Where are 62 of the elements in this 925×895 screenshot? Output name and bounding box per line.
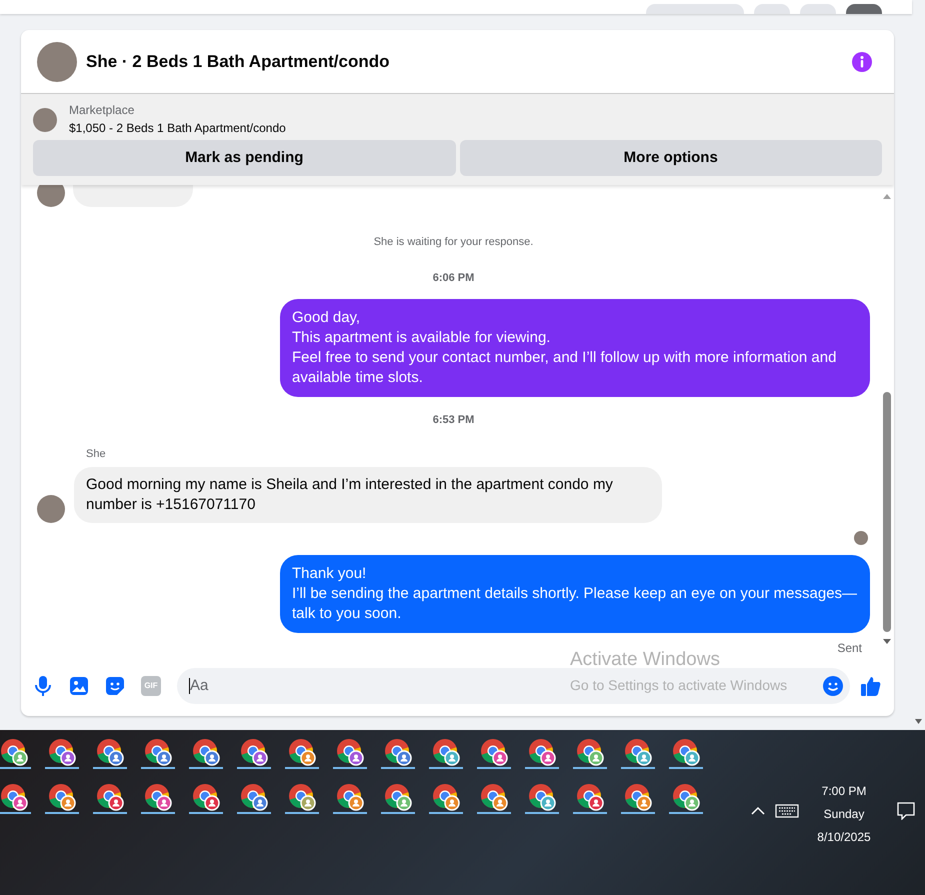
browser-app-icon[interactable] [288,783,316,811]
sender-name: She [86,448,106,460]
browser-app-icon[interactable] [624,738,652,766]
outgoing-message: Good day, This apartment is available for viewing. Feel free to send your contact number, and I’ll follow up with more information and available time slots. [280,299,870,397]
browser-app-icon[interactable] [432,738,460,766]
image-icon[interactable] [69,676,89,696]
browser-app-icon[interactable] [528,783,556,811]
notification-icon[interactable] [897,802,915,820]
sticker-icon[interactable] [105,676,125,696]
keyboard-icon[interactable] [775,804,799,818]
browser-app-icon[interactable] [432,783,460,811]
browser-app-icon[interactable] [192,783,220,811]
browser-app-icon[interactable] [480,783,508,811]
browser-app-icon[interactable] [0,783,28,811]
action-button[interactable]: More options [460,140,882,176]
clock-day[interactable]: Sunday [824,805,864,823]
user-avatar [37,185,65,207]
thumbs-up-icon[interactable] [860,675,882,697]
browser-app-icon[interactable] [96,738,124,766]
listing-photo [37,42,77,82]
browser-app-icon[interactable] [0,738,28,766]
listing-photo [33,108,57,132]
browser-app-icon[interactable] [48,783,76,811]
browser-app-icon[interactable] [384,738,412,766]
browser-app-icon[interactable] [336,783,364,811]
browser-app-icon[interactable] [384,783,412,811]
browser-app-icon[interactable] [528,738,556,766]
incoming-message: Good morning my name is Sheila and I’m interested in the apartment condo my number is +15167071170 [74,467,662,523]
clock-time[interactable]: 7:00 PM [822,782,866,800]
browser-app-icon[interactable] [192,738,220,766]
user-avatar [37,495,65,523]
listing-source: Marketplace [69,102,136,119]
timestamp: 6:53 PM [432,414,474,426]
microphone-icon[interactable] [33,675,53,697]
browser-app-icon[interactable] [336,738,364,766]
browser-app-icon[interactable] [288,738,316,766]
browser-app-icon[interactable] [672,783,700,811]
browser-app-icon[interactable] [240,738,268,766]
browser-app-icon[interactable] [624,783,652,811]
activation-hint: Go to Settings to activate Windows [570,676,788,695]
browser-app-icon[interactable] [480,738,508,766]
outgoing-message: Thank you! I’ll be sending the apartment details shortly. Please keep an eye on your messages—talk to you soon. [280,555,870,633]
browser-app-icon[interactable] [672,738,700,766]
timestamp: 6:06 PM [432,272,474,284]
browser-app-icon[interactable] [144,783,172,811]
listing-summary[interactable]: $1,050 - 2 Beds 1 Bath Apartment/condo [69,119,286,137]
action-button[interactable]: Mark as pending [33,140,456,176]
delivery-status: Sent [837,640,862,657]
clock-date[interactable]: 8/10/2025 [817,828,871,846]
browser-app-icon[interactable] [144,738,172,766]
seen-avatar [854,531,868,545]
browser-app-icon[interactable] [48,738,76,766]
browser-app-icon[interactable] [576,738,604,766]
browser-app-icon[interactable] [240,783,268,811]
chevron-up-icon[interactable] [751,806,765,816]
browser-app-icon[interactable] [576,783,604,811]
input-placeholder: Aa [190,676,208,696]
conversation-title: She · 2 Beds 1 Bath Apartment/condo [86,50,390,73]
status-text: She is waiting for your response. [374,236,534,248]
browser-app-icon[interactable] [96,783,124,811]
info-icon[interactable] [851,50,873,72]
emoji-icon[interactable] [822,675,844,697]
